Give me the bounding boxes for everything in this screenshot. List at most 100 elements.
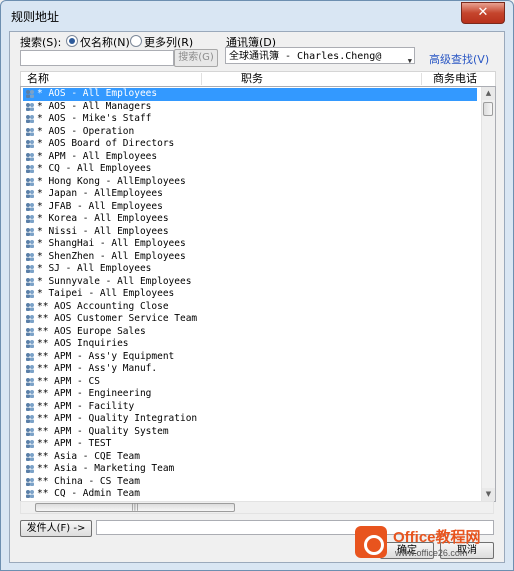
list-item[interactable]: ** APM - Quality Integration (23, 413, 477, 426)
list-item[interactable]: * AOS Board of Directors (23, 138, 477, 151)
list-item[interactable]: ** AOS Europe Sales (23, 326, 477, 339)
list-item-name: ** APM - TEST (37, 438, 112, 449)
horizontal-scrollbar-thumb[interactable]: ||| (35, 503, 235, 512)
list-item[interactable]: ** APM - TEST (23, 438, 477, 451)
list-item[interactable]: * Hong Kong - AllEmployees (23, 176, 477, 189)
scroll-up-arrow-icon[interactable]: ▲ (482, 87, 495, 100)
list-item-name: * Sunnyvale - All Employees (37, 275, 192, 287)
list-item[interactable]: ** APM - CS (23, 376, 477, 389)
column-divider[interactable] (421, 73, 422, 85)
list-item[interactable]: ** APM - Engineering (23, 388, 477, 401)
chevron-down-icon[interactable]: ▼ (408, 53, 412, 63)
distribution-list-icon (26, 377, 34, 386)
list-item[interactable]: * APM - All Employees (23, 151, 477, 164)
list-item[interactable]: ** CQ - Admin Team (23, 488, 477, 501)
search-input[interactable] (20, 50, 174, 66)
list-item-name: ** APM - CS (37, 375, 100, 387)
dialog-body: 搜索(S): 仅名称(N) 更多列(R) 通讯簿(D) 搜索(G) 全球通讯簿 … (9, 31, 505, 563)
distribution-list-icon (26, 215, 34, 223)
distribution-list-icon (26, 115, 34, 123)
list-item-name: ** Asia - CQE Team (37, 450, 140, 462)
distribution-list-icon (26, 365, 34, 373)
list-item-name: ** APM - Quality System (37, 425, 169, 437)
scroll-down-arrow-icon[interactable]: ▼ (482, 488, 495, 501)
list-item-name: ** China - CS Team (37, 475, 140, 487)
list-item[interactable]: * ShangHai - All Employees (23, 238, 477, 251)
list-item-name: * APM - All Employees (37, 150, 158, 162)
list-item[interactable]: ** APM - Ass'y Equipment (23, 351, 477, 364)
distribution-list-icon (26, 202, 34, 211)
address-list[interactable]: * AOS - All Employees * AOS - All Manager… (20, 86, 496, 502)
list-item[interactable]: * AOS - All Employees (23, 88, 477, 101)
list-item[interactable]: * Sunnyvale - All Employees (23, 276, 477, 289)
distribution-list-icon (26, 440, 34, 448)
distribution-list-icon (26, 415, 34, 423)
list-item[interactable]: ** AOS Inquiries (23, 338, 477, 351)
search-label: 搜索(S): (20, 36, 62, 49)
window-title: 规则地址 (11, 10, 60, 24)
list-item[interactable]: * AOS - All Managers (23, 101, 477, 114)
more-columns-label[interactable]: 更多列(R) (144, 34, 193, 50)
list-item[interactable]: ** Asia - CQE Team (23, 451, 477, 464)
distribution-list-icon (26, 152, 34, 161)
list-item-name: * AOS - Operation (37, 125, 135, 137)
scrollbar-thumb[interactable] (483, 102, 493, 116)
list-item[interactable]: ** AOS Accounting Close (23, 301, 477, 314)
column-divider[interactable] (201, 73, 202, 85)
column-business-phone[interactable]: 商务电话 (433, 72, 477, 86)
distribution-list-icon (26, 315, 34, 323)
distribution-list-icon (26, 402, 34, 411)
distribution-list-icon (26, 90, 34, 98)
list-item[interactable]: * Korea - All Employees (23, 213, 477, 226)
list-item[interactable]: * Japan - AllEmployees (23, 188, 477, 201)
list-item-name: ** AOS Inquiries (37, 338, 129, 349)
list-item[interactable]: ** APM - Ass'y Manuf. (23, 363, 477, 376)
list-item[interactable]: * CQ - All Employees (23, 163, 477, 176)
list-item[interactable]: ** APM - Quality System (23, 426, 477, 439)
column-name[interactable]: 名称 (27, 72, 49, 86)
sender-button[interactable]: 发件人(F) -> (20, 520, 92, 537)
search-button[interactable]: 搜索(G) (174, 49, 218, 67)
distribution-list-icon (26, 477, 34, 486)
distribution-list-icon (26, 302, 34, 311)
list-item-name: ** APM - Engineering (37, 388, 152, 399)
rules-address-dialog: 规则地址 ✕ 搜索(S): 仅名称(N) 更多列(R) 通讯簿(D) 搜索(G)… (0, 0, 514, 571)
list-item[interactable]: ** China - CS Team (23, 476, 477, 489)
vertical-scrollbar[interactable]: ▲ ▼ (481, 87, 495, 501)
list-item[interactable]: * Nissi - All Employees (23, 226, 477, 239)
distribution-list-icon (26, 340, 34, 348)
list-item-name: * JFAB - All Employees (37, 200, 163, 212)
list-item[interactable]: * ShenZhen - All Employees (23, 251, 477, 264)
list-item-name: * Hong Kong - AllEmployees (37, 175, 186, 187)
list-item[interactable]: * SJ - All Employees (23, 263, 477, 276)
list-item[interactable]: * AOS - Mike's Staff (23, 113, 477, 126)
list-item[interactable]: ** APM - Facility (23, 401, 477, 414)
more-columns-radio[interactable] (130, 35, 142, 47)
distribution-list-icon (26, 327, 34, 336)
name-only-label[interactable]: 仅名称(N) (80, 34, 130, 50)
list-item[interactable]: ** AOS Customer Service Team (23, 313, 477, 326)
list-item[interactable]: * JFAB - All Employees (23, 201, 477, 214)
distribution-list-icon (26, 265, 34, 273)
list-item-name: ** AOS Accounting Close (37, 300, 169, 312)
watermark-url: www.office26.com (395, 548, 468, 558)
distribution-list-icon (26, 352, 34, 361)
advanced-find-link[interactable]: 高级查找(V) (429, 51, 489, 67)
list-item-name: * ShenZhen - All Employees (37, 250, 186, 262)
list-item-name: ** CQ - Admin Team (37, 488, 140, 499)
list-item[interactable]: * AOS - Operation (23, 126, 477, 139)
horizontal-scrollbar[interactable]: ||| (20, 501, 494, 514)
column-title[interactable]: 职务 (241, 72, 263, 86)
distribution-list-icon (26, 140, 34, 148)
list-item[interactable]: ** Asia - Marketing Team (23, 463, 477, 476)
distribution-list-icon (26, 452, 34, 461)
list-item[interactable]: * Taipei - All Employees (23, 288, 477, 301)
list-item-name: * CQ - All Employees (37, 163, 152, 174)
close-button[interactable]: ✕ (461, 2, 505, 24)
office-logo-icon (355, 526, 387, 558)
name-only-radio[interactable] (66, 35, 78, 47)
distribution-list-icon (26, 252, 34, 261)
list-item-name: ** Asia - Marketing Team (37, 463, 175, 474)
address-book-select[interactable]: 全球通讯簿 - Charles.Cheng@ ▼ (225, 47, 415, 64)
distribution-list-icon (26, 190, 34, 198)
